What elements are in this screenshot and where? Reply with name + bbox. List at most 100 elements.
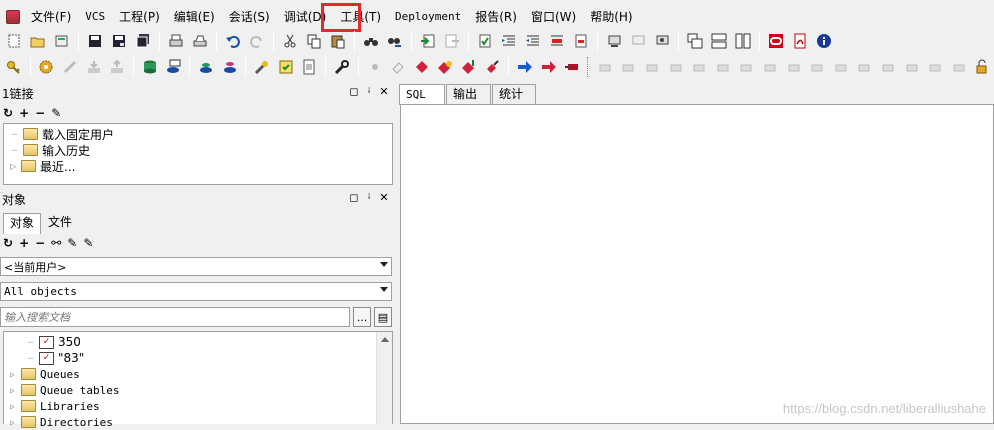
break-icon[interactable] (59, 56, 81, 78)
redo-icon[interactable] (246, 30, 268, 52)
tree-node[interactable]: ▷Directories (10, 414, 113, 430)
disabled-tool-7-icon[interactable] (736, 56, 758, 78)
tab-objects[interactable]: 对象 (3, 213, 41, 234)
lock-icon[interactable] (972, 56, 994, 78)
wrench-icon[interactable] (331, 56, 353, 78)
disabled-tool-14-icon[interactable] (901, 56, 923, 78)
eraser-icon[interactable] (387, 56, 409, 78)
indent-icon[interactable] (498, 30, 520, 52)
paste-icon[interactable] (327, 30, 349, 52)
expand-icon[interactable]: ▷ (10, 386, 19, 395)
stop-icon[interactable] (561, 56, 583, 78)
menu-window[interactable]: 窗口(W) (524, 7, 583, 27)
tree-node[interactable]: ┈载入固定用户 (12, 126, 114, 142)
disabled-tool-8-icon[interactable] (759, 56, 781, 78)
remove-icon[interactable]: − (35, 236, 45, 250)
expand-icon[interactable]: ▷ (10, 418, 19, 427)
document-icon[interactable] (299, 56, 321, 78)
check-icon[interactable] (474, 30, 496, 52)
remove-icon[interactable]: − (35, 106, 45, 120)
red-yellow-icon[interactable] (435, 56, 457, 78)
disabled-tool-15-icon[interactable] (924, 56, 946, 78)
disabled-tool-16-icon[interactable] (948, 56, 970, 78)
tab-output[interactable]: 输出 (446, 84, 491, 104)
restore-icon[interactable]: ◻ (348, 85, 360, 98)
tile-vertical-icon[interactable] (732, 30, 754, 52)
print-icon[interactable] (165, 30, 187, 52)
db-green-icon[interactable] (195, 56, 217, 78)
tree-node[interactable]: ▷Queues (10, 366, 80, 382)
properties-icon[interactable]: ✎ (83, 236, 93, 250)
save-icon[interactable] (84, 30, 106, 52)
properties-icon[interactable]: ✎ (51, 106, 61, 120)
sql-window-icon[interactable] (139, 56, 161, 78)
search-input[interactable]: 输入搜索文档 (0, 307, 350, 327)
monitor-tool-icon[interactable] (651, 30, 673, 52)
tab-statistics[interactable]: 统计表 (492, 84, 536, 104)
replace-icon[interactable] (384, 30, 406, 52)
disabled-tool-10-icon[interactable] (806, 56, 828, 78)
save-all-icon[interactable] (132, 30, 154, 52)
expand-icon[interactable]: ▷ (10, 162, 19, 171)
menu-vcs[interactable]: VCS (78, 7, 112, 27)
save-as-icon[interactable] (108, 30, 130, 52)
oracle-icon[interactable] (765, 30, 787, 52)
tile-horizontal-icon[interactable] (708, 30, 730, 52)
expand-icon[interactable]: ▷ (10, 402, 19, 411)
comment-icon[interactable] (546, 30, 568, 52)
tree-node[interactable]: ┈✓"83" (28, 350, 84, 366)
disabled-tool-5-icon[interactable] (688, 56, 710, 78)
arrow-right-red-icon[interactable] (538, 56, 560, 78)
menu-edit[interactable]: 编辑(E) (167, 7, 222, 27)
tree-node[interactable]: ▷Queue tables (10, 382, 119, 398)
print-setup-icon[interactable] (189, 30, 211, 52)
find-icon[interactable]: ⚯ (51, 236, 61, 250)
search-doc-icon[interactable]: ▤ (374, 307, 392, 327)
load-icon[interactable] (417, 30, 439, 52)
menu-help[interactable]: 帮助(H) (583, 7, 639, 27)
execute-gear-icon[interactable] (36, 56, 58, 78)
sql-db-icon[interactable] (163, 56, 185, 78)
monitor-disabled-icon[interactable] (627, 30, 649, 52)
open-file-icon[interactable] (51, 30, 73, 52)
menu-deployment[interactable]: Deployment (388, 7, 468, 27)
export-icon[interactable] (441, 30, 463, 52)
tree-node[interactable]: ┈输入历史 (12, 142, 90, 158)
add-icon[interactable]: + (19, 106, 29, 120)
menu-reports[interactable]: 报告(R) (468, 7, 524, 27)
expand-icon[interactable]: ▷ (10, 370, 19, 379)
key-icon[interactable] (3, 56, 25, 78)
menu-debug[interactable]: 调试(D) (277, 7, 334, 27)
disabled-tool-11-icon[interactable] (830, 56, 852, 78)
menu-project[interactable]: 工程(P) (112, 7, 167, 27)
cut-icon[interactable] (279, 30, 301, 52)
open-folder-icon[interactable] (27, 30, 49, 52)
uncomment-icon[interactable] (570, 30, 592, 52)
undo-icon[interactable] (222, 30, 244, 52)
search-options-button[interactable]: ... (353, 307, 371, 327)
pdf-icon[interactable] (789, 30, 811, 52)
cascade-windows-icon[interactable] (684, 30, 706, 52)
filter-icon[interactable]: ✎ (67, 236, 77, 250)
tree-node[interactable]: ▷Libraries (10, 398, 100, 414)
disabled-tool-9-icon[interactable] (783, 56, 805, 78)
rollback-icon[interactable] (106, 56, 128, 78)
find-icon[interactable] (360, 30, 382, 52)
new-icon[interactable] (3, 30, 25, 52)
disabled-tool-3-icon[interactable] (641, 56, 663, 78)
red-gem-icon[interactable] (411, 56, 433, 78)
tab-files[interactable]: 文件 (42, 213, 78, 233)
pin-icon[interactable]: ᛍ (363, 85, 375, 98)
tab-sql[interactable]: SQL (399, 84, 445, 105)
monitor-icon[interactable] (603, 30, 625, 52)
unindent-icon[interactable] (522, 30, 544, 52)
refresh-icon[interactable]: ↻ (3, 236, 13, 250)
db-pink-icon[interactable] (219, 56, 241, 78)
close-icon[interactable]: ✕ (378, 85, 390, 98)
disabled-tool-12-icon[interactable] (854, 56, 876, 78)
disabled-tool-6-icon[interactable] (712, 56, 734, 78)
close-icon[interactable]: ✕ (378, 191, 390, 204)
menu-session[interactable]: 会话(S) (222, 7, 277, 27)
tree-node[interactable]: ┈✓350 (28, 334, 81, 350)
menu-file[interactable]: 文件(F) (24, 7, 78, 27)
